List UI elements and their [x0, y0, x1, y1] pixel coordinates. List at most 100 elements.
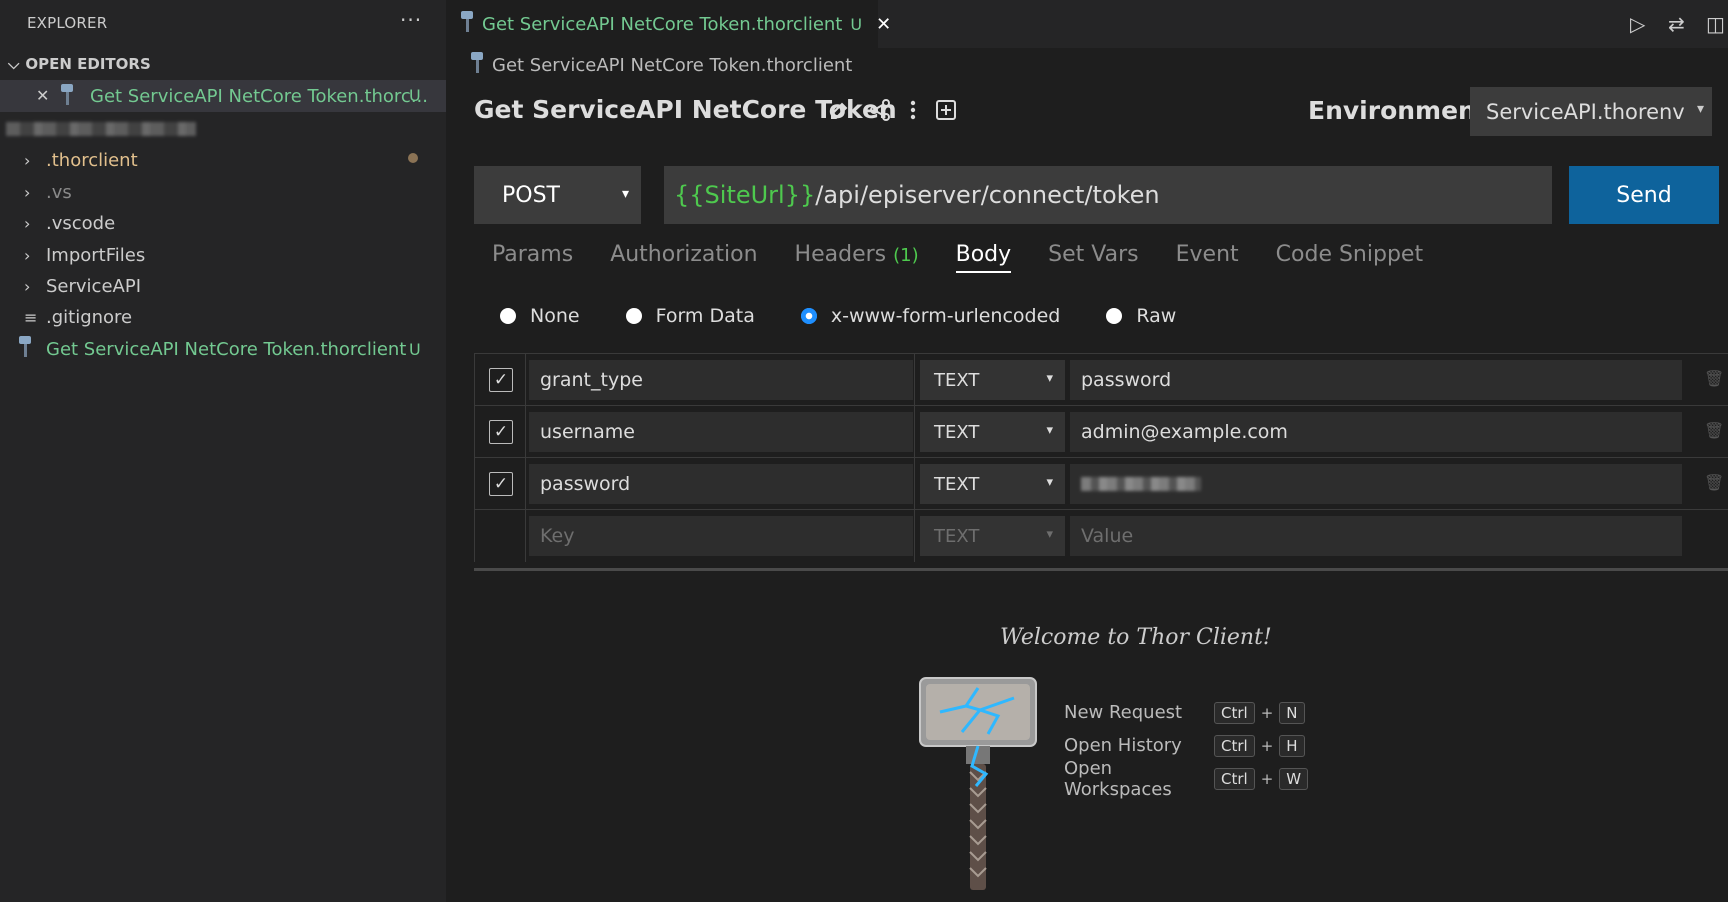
- tree-item-thorclient[interactable]: › .thorclient: [24, 145, 424, 175]
- chevron-down-icon: ▾: [1046, 423, 1053, 438]
- key-letter: N: [1279, 701, 1305, 724]
- type-select[interactable]: TEXT ▾: [920, 360, 1065, 400]
- key-input[interactable]: password: [529, 464, 913, 504]
- tab-code-snippet[interactable]: Code Snippet: [1276, 242, 1423, 273]
- value-input[interactable]: admin@example.com: [1070, 412, 1682, 452]
- tab-authorization[interactable]: Authorization: [610, 242, 757, 273]
- modified-dot: [408, 153, 418, 163]
- radio-urlencoded[interactable]: [800, 308, 817, 324]
- table-row: ✓ grant_type TEXT ▾ password 🗑: [474, 353, 1728, 406]
- open-editor-item[interactable]: ✕ Get ServiceAPI NetCore Token.thorc... …: [0, 80, 446, 112]
- method-select[interactable]: POST ▾: [474, 166, 641, 224]
- editor-tab[interactable]: Get ServiceAPI NetCore Token.thorclient …: [446, 0, 891, 48]
- workspace-folder-redacted[interactable]: [6, 122, 196, 136]
- key-input[interactable]: username: [529, 412, 913, 452]
- tab-event[interactable]: Event: [1176, 242, 1239, 273]
- untracked-badge: U: [409, 86, 421, 105]
- radio-raw[interactable]: [1106, 308, 1123, 324]
- shortcut-list: New Request Ctrl + N Open History Ctrl + H O…: [1064, 696, 1309, 800]
- send-button[interactable]: Send: [1569, 166, 1719, 224]
- trash-icon[interactable]: 🗑: [1704, 421, 1724, 440]
- tree-item-thorclient-file[interactable]: Get ServiceAPI NetCore Token.thorclient …: [18, 334, 421, 364]
- tree-item-label: .vs: [46, 181, 72, 203]
- chevron-right-icon: ›: [24, 150, 31, 170]
- tree-item-vscode[interactable]: › .vscode: [24, 208, 424, 238]
- thor-hammer-icon: [60, 84, 82, 110]
- row-checkbox[interactable]: ✓: [489, 420, 513, 444]
- open-editors-header[interactable]: ⌵ OPEN EDITORS: [8, 55, 151, 73]
- edit-icon[interactable]: [828, 98, 852, 122]
- key-letter: H: [1279, 734, 1305, 757]
- key-input[interactable]: grant_type: [529, 360, 913, 400]
- type-select[interactable]: TEXT ▾: [920, 412, 1065, 452]
- radio-form-data[interactable]: [625, 308, 642, 324]
- tab-set-vars[interactable]: Set Vars: [1048, 242, 1138, 273]
- share-icon[interactable]: [868, 98, 892, 122]
- trash-icon[interactable]: 🗑: [1704, 473, 1724, 492]
- plus-sign: +: [1260, 736, 1274, 755]
- radio-raw-label: Raw: [1136, 305, 1177, 327]
- tree-item-importfiles[interactable]: › ImportFiles: [24, 240, 424, 270]
- kebab-menu-icon[interactable]: [908, 98, 918, 122]
- url-variable: {{SiteUrl}}: [674, 181, 816, 209]
- value-input-redacted[interactable]: [1070, 464, 1682, 504]
- compare-changes-icon[interactable]: ⇄: [1668, 12, 1685, 36]
- tree-item-gitignore[interactable]: ≡ .gitignore: [24, 302, 424, 332]
- type-value: TEXT: [934, 473, 980, 495]
- chevron-down-icon: ▾: [1046, 475, 1053, 490]
- radio-none[interactable]: [500, 308, 516, 324]
- new-value-input[interactable]: Value: [1070, 516, 1682, 556]
- chevron-right-icon: ›: [24, 276, 31, 296]
- form-params-table: ✓ grant_type TEXT ▾ password 🗑 ✓ username…: [474, 353, 1728, 571]
- breadcrumb[interactable]: Get ServiceAPI NetCore Token.thorclient: [470, 50, 852, 80]
- key-ctrl: Ctrl: [1214, 767, 1255, 790]
- chevron-down-icon: ⌵: [8, 55, 20, 73]
- shortcut-row: New Request Ctrl + N: [1064, 696, 1308, 729]
- type-value: TEXT: [934, 369, 980, 391]
- tree-item-serviceapi[interactable]: › ServiceAPI: [24, 271, 424, 301]
- new-request-icon[interactable]: [934, 98, 958, 122]
- split-editor-icon[interactable]: ◫: [1706, 12, 1725, 36]
- tab-body[interactable]: Body: [955, 242, 1012, 273]
- title-actions: [828, 98, 958, 122]
- open-editor-name: Get ServiceAPI NetCore Token.thorc...: [90, 86, 428, 107]
- lines-file-icon: ≡: [24, 307, 38, 327]
- breadcrumb-label: Get ServiceAPI NetCore Token.thorclient: [492, 54, 853, 76]
- tree-item-label: Get ServiceAPI NetCore Token.thorclient: [46, 338, 407, 360]
- table-row-new: Key TEXT ▾ Value: [474, 509, 1728, 562]
- type-select[interactable]: TEXT ▾: [920, 464, 1065, 504]
- tree-item-label: .thorclient: [46, 149, 138, 171]
- thor-hammer-icon: [460, 11, 482, 37]
- headers-count-badge: (1): [893, 245, 919, 266]
- radio-none-label: None: [530, 305, 580, 327]
- row-checkbox[interactable]: ✓: [489, 368, 513, 392]
- redacted-value: [1081, 477, 1201, 491]
- close-icon[interactable]: ✕: [36, 86, 49, 105]
- tree-item-label: ImportFiles: [46, 244, 146, 266]
- table-row: ✓ username TEXT ▾ admin@example.com 🗑: [474, 405, 1728, 458]
- chevron-down-icon: ▾: [621, 186, 629, 202]
- plus-sign: +: [1260, 769, 1274, 788]
- new-type-select[interactable]: TEXT ▾: [920, 516, 1065, 556]
- radio-urlencoded-label: x-www-form-urlencoded: [830, 305, 1061, 327]
- chevron-down-icon: ▾: [1046, 371, 1053, 386]
- tab-params[interactable]: Params: [492, 242, 573, 273]
- chevron-right-icon: ›: [24, 213, 31, 233]
- value-input[interactable]: password: [1070, 360, 1682, 400]
- divider: [474, 568, 1728, 571]
- thor-hammer-icon: [18, 335, 46, 363]
- editor-tab-label: Get ServiceAPI NetCore Token.thorclient: [482, 13, 843, 35]
- url-input[interactable]: {{SiteUrl}}/api/episerver/connect/token: [664, 166, 1552, 224]
- run-icon[interactable]: ▷: [1630, 12, 1645, 36]
- environment-select[interactable]: ServiceAPI.thorenv ▾: [1470, 87, 1712, 136]
- type-value: TEXT: [934, 525, 980, 547]
- close-tab-icon[interactable]: ✕: [876, 14, 891, 35]
- row-checkbox[interactable]: ✓: [489, 472, 513, 496]
- more-actions-icon[interactable]: ···: [400, 8, 422, 32]
- tab-headers[interactable]: Headers (1): [795, 242, 919, 273]
- body-type-radios: None Form Data x-www-form-urlencoded Raw: [500, 305, 1176, 327]
- trash-icon[interactable]: 🗑: [1704, 369, 1724, 388]
- new-key-input[interactable]: Key: [529, 516, 913, 556]
- shortcut-row: Open Workspaces Ctrl + W: [1064, 758, 1309, 800]
- tree-item-vs[interactable]: › .vs: [24, 177, 424, 207]
